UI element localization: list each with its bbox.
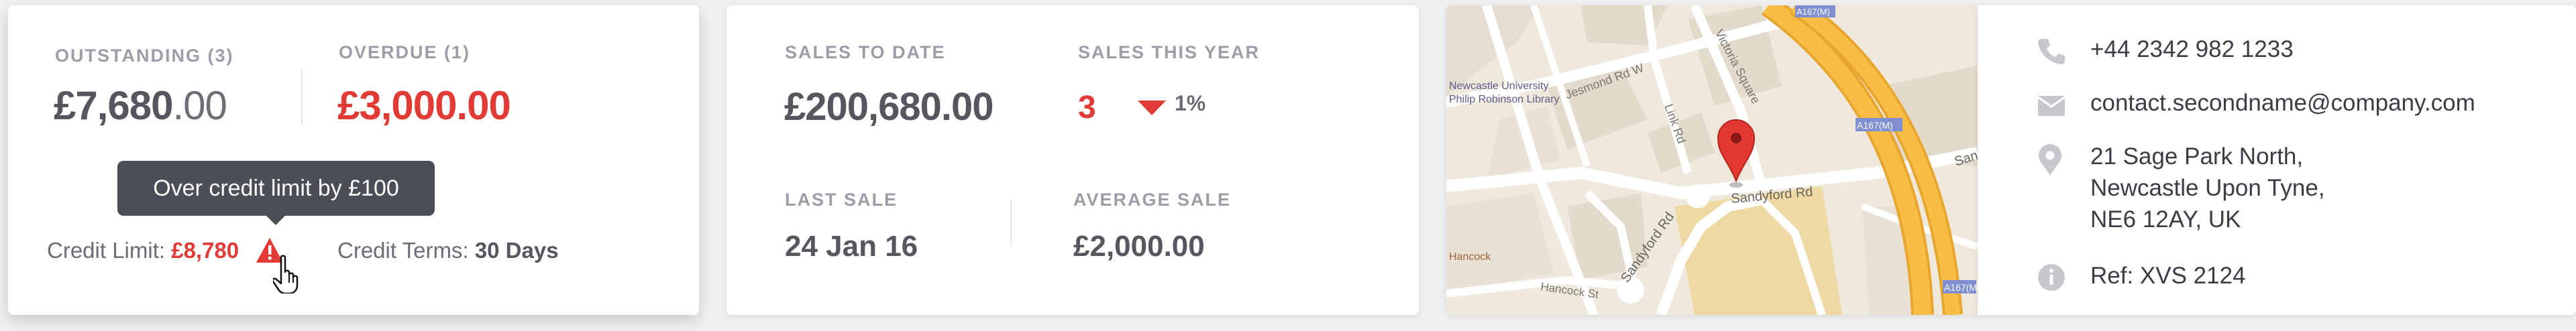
last-sale-label: LAST SALE [785, 190, 898, 210]
credit-terms: Credit Terms: 30 Days [337, 238, 559, 263]
last-sale-value: 24 Jan 16 [785, 230, 918, 263]
location-pin-icon [2039, 144, 2061, 176]
credit-limit: Credit Limit: £8,780 [47, 238, 239, 263]
outstanding-amount: £7,680.00 [54, 82, 227, 129]
sales-this-year-label: SALES THIS YEAR [1078, 42, 1260, 62]
outstanding-amount-dec: .00 [172, 83, 227, 128]
email-icon [2037, 96, 2065, 116]
address-line-1: 21 Sage Park North, [2090, 143, 2304, 170]
road-shield-label: A167(M) [1857, 120, 1893, 131]
hand-cursor-icon [273, 255, 299, 293]
road-shield-label: A167(M) [1944, 282, 1978, 293]
map-canvas[interactable]: Jesmond Rd W Link Rd Victoria Square San… [1446, 5, 1978, 315]
sales-to-date-value: £200,680.00 [784, 85, 994, 129]
address-line-3: NE6 12AY, UK [2090, 206, 2241, 233]
phone-number[interactable]: +44 2342 982 1233 [2090, 34, 2294, 65]
outstanding-label: OUTSTANDING (3) [55, 46, 234, 66]
credit-terms-value: 30 Days [474, 238, 559, 263]
contact-list: +44 2342 982 1233 contact.secondname@com… [2037, 31, 2560, 312]
credit-limit-value: £8,780 [171, 238, 239, 263]
sales-to-date-label: SALES TO DATE [785, 42, 946, 62]
email-address[interactable]: contact.secondname@company.com [2090, 87, 2475, 119]
contact-details-card: +44 2342 982 1233 contact.secondname@com… [1978, 5, 2576, 315]
average-sale-value: £2,000.00 [1073, 230, 1205, 263]
credit-terms-label: Credit Terms: [337, 238, 469, 263]
phone-icon [2038, 39, 2065, 64]
sales-this-year-value: 3 [1078, 90, 1096, 125]
outstanding-amount-int: £7,680 [54, 83, 174, 128]
poi-label: Philip Robinson Library [1449, 94, 1560, 105]
account-summary-card: OUTSTANDING (3) £7,680.00 OVERDUE (1) £3… [8, 5, 699, 315]
road-shield-label: A167(M) [1796, 7, 1830, 17]
average-sale-label: AVERAGE SALE [1073, 190, 1232, 210]
down-triangle-icon [1138, 101, 1166, 115]
poi-label: Hancock [1449, 251, 1491, 263]
address: 21 Sage Park North, Newcastle Upon Tyne,… [2090, 141, 2325, 235]
divider [1010, 200, 1012, 247]
credit-limit-label: Credit Limit: [47, 238, 166, 263]
sales-summary-card: SALES TO DATE £200,680.00 SALES THIS YEA… [727, 5, 1419, 315]
credit-limit-tooltip: Over credit limit by £100 [117, 161, 435, 216]
sales-this-year-change: 1% [1175, 91, 1206, 115]
info-icon [2038, 264, 2065, 291]
divider [301, 69, 303, 124]
poi-label: Newcastle University [1449, 80, 1548, 92]
address-line-2: Newcastle Upon Tyne, [2090, 175, 2325, 201]
tooltip-arrow [265, 214, 286, 225]
overdue-amount: £3,000.00 [337, 83, 511, 128]
location-map[interactable]: Jesmond Rd W Link Rd Victoria Square San… [1446, 5, 1978, 315]
reference: Ref: XVS 2124 [2090, 263, 2246, 289]
overdue-label: OVERDUE (1) [339, 42, 471, 62]
